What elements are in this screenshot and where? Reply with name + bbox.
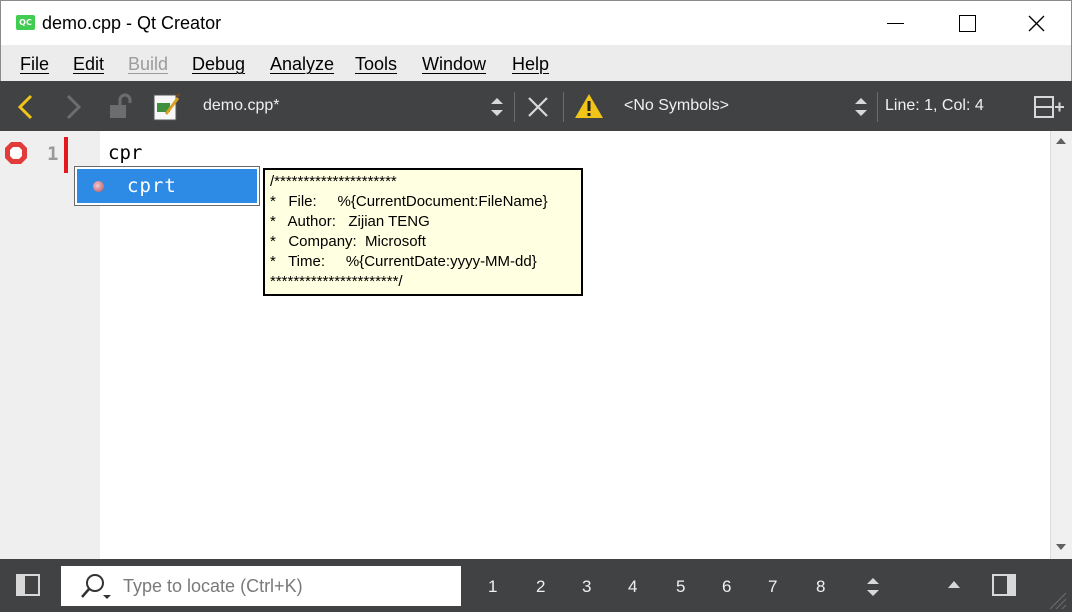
menu-window[interactable]: Window [422,54,486,75]
more-panes-icon[interactable] [865,576,881,598]
document-list-dropdown-icon[interactable] [488,96,506,118]
completion-item-label: cprt [127,175,177,197]
resize-grip-icon[interactable] [1046,589,1068,609]
minimize-button[interactable] [863,1,933,46]
forward-icon[interactable] [62,93,84,121]
toolbar-separator [563,92,564,122]
output-pane-button-1[interactable]: 1 [488,577,497,597]
lock-icon[interactable] [108,93,138,121]
window-title: demo.cpp - Qt Creator [42,13,222,33]
locator[interactable] [61,566,461,606]
output-pane-button-5[interactable]: 5 [676,577,685,597]
output-pane-button-8[interactable]: 8 [816,577,825,597]
output-pane-button-2[interactable]: 2 [536,577,545,597]
symbols-dropdown-arrows-icon[interactable] [852,96,870,118]
output-pane-button-4[interactable]: 4 [628,577,637,597]
menu-tools[interactable]: Tools [355,54,397,75]
menu-bar: File Edit Build Debug Analyze Tools Wind… [0,45,1072,81]
menu-file[interactable]: File [20,54,49,75]
cursor-position[interactable]: Line: 1, Col: 4 [885,97,984,115]
completion-tooltip: /********************* * File: %{Current… [263,168,583,296]
menu-analyze[interactable]: Analyze [270,54,334,75]
output-pane-button-6[interactable]: 6 [722,577,731,597]
completion-item[interactable]: cprt [77,169,257,203]
document-icon [153,93,181,121]
scroll-down-icon[interactable] [1055,542,1067,552]
vertical-scrollbar[interactable] [1050,131,1072,559]
menu-help[interactable]: Help [512,54,549,75]
menu-build[interactable]: Build [128,54,168,75]
maximize-button[interactable] [931,1,1001,46]
status-bar: 1 2 3 4 5 6 7 8 [0,559,1072,612]
back-icon[interactable] [15,93,37,121]
menu-debug[interactable]: Debug [192,54,245,75]
locator-input[interactable] [123,566,453,606]
tooltip-line: * Company: Microsoft [270,233,426,250]
search-icon[interactable] [79,572,115,602]
editor-toolbar: demo.cpp* <No Symbols> Line: 1, Col: 4 [0,81,1072,131]
scroll-up-icon[interactable] [1055,136,1067,146]
tooltip-line: **********************/ [270,273,403,290]
completion-popup: cprt [74,166,260,206]
close-icon [1028,15,1045,32]
output-pane-button-3[interactable]: 3 [582,577,591,597]
close-window-button[interactable] [1001,1,1071,46]
tooltip-line: * Author: Zijian TENG [270,213,430,230]
toggle-left-sidebar-icon[interactable] [16,574,40,596]
snippet-icon [93,181,104,192]
close-document-icon[interactable] [527,96,549,118]
line-number: 1 [47,143,59,165]
error-marker-icon[interactable] [4,141,28,165]
tooltip-line: /********************* [270,173,397,190]
show-output-pane-icon[interactable] [946,578,962,590]
toolbar-separator [514,92,515,122]
menu-edit[interactable]: Edit [73,54,104,75]
toggle-right-sidebar-icon[interactable] [992,574,1016,596]
tooltip-line: * File: %{CurrentDocument:FileName} [270,193,548,210]
symbols-dropdown[interactable]: <No Symbols> [624,97,729,115]
change-marker [64,137,68,173]
split-icon[interactable] [1033,95,1065,119]
warning-icon[interactable] [574,93,604,119]
output-pane-button-7[interactable]: 7 [768,577,777,597]
tooltip-line: * Time: %{CurrentDate:yyyy-MM-dd} [270,253,537,270]
toolbar-separator [877,92,878,122]
title-bar: QC demo.cpp - Qt Creator [0,0,1072,45]
code-line[interactable]: cpr [108,142,142,164]
qt-creator-logo-icon: QC [16,15,35,30]
current-document-name[interactable]: demo.cpp* [203,97,280,115]
